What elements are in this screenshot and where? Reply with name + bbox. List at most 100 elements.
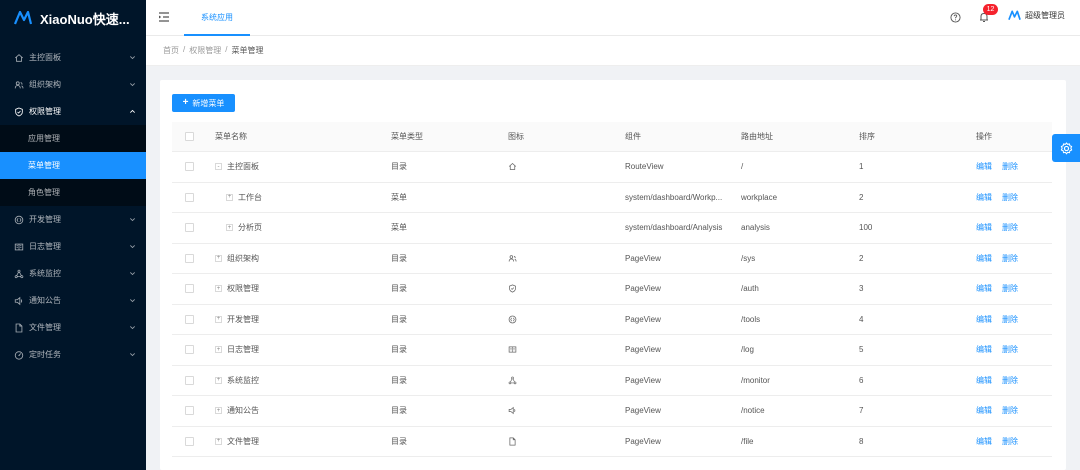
row-checkbox[interactable] — [185, 345, 194, 355]
select-all-checkbox[interactable] — [185, 132, 194, 141]
row-expand-toggle[interactable]: + — [215, 285, 222, 293]
row-checkbox[interactable] — [185, 162, 194, 172]
edit-link[interactable]: 编辑 — [976, 436, 992, 447]
menu-path: workplace — [741, 192, 778, 202]
edit-link[interactable]: 编辑 — [976, 222, 992, 233]
edit-link[interactable]: 编辑 — [976, 375, 992, 386]
menu-type: 目录 — [391, 162, 407, 172]
delete-link[interactable]: 删除 — [1002, 436, 1018, 447]
delete-link[interactable]: 删除 — [1002, 314, 1018, 325]
menu-component: system/dashboard/Workp... — [625, 192, 723, 202]
sidebar-item-4[interactable]: 日志管理 — [0, 233, 146, 260]
row-checkbox[interactable] — [185, 406, 194, 416]
edit-link[interactable]: 编辑 — [976, 283, 992, 294]
table-row: + 工作台 菜单 system/dashboard/Workp... workplace… — [172, 183, 1052, 213]
col-header-type[interactable]: 菜单类型 — [391, 122, 491, 151]
menu-fold-icon[interactable] — [158, 11, 170, 23]
sidebar-item-5[interactable]: 系统监控 — [0, 260, 146, 287]
cluster-icon — [14, 269, 24, 278]
home-icon — [14, 53, 24, 62]
code-icon — [508, 315, 517, 324]
settings-drawer-button[interactable] — [1052, 134, 1080, 162]
delete-link[interactable]: 删除 — [1002, 405, 1018, 416]
log-icon — [14, 243, 24, 250]
add-menu-button[interactable]: + 新增菜单 — [172, 94, 235, 112]
menu-sort: 3 — [859, 284, 864, 294]
row-expand-toggle[interactable]: + — [215, 254, 222, 262]
row-expand-toggle[interactable]: + — [226, 224, 233, 232]
row-checkbox[interactable] — [185, 192, 194, 202]
logo[interactable]: XiaoNuo快速... — [0, 0, 146, 36]
sidebar-item-label: 开发管理 — [29, 215, 61, 224]
sidebar-item-6[interactable]: 通知公告 — [0, 287, 146, 314]
row-checkbox[interactable] — [185, 314, 194, 324]
edit-link[interactable]: 编辑 — [976, 192, 992, 203]
sidebar-item-1[interactable]: 组织架构 — [0, 71, 146, 98]
row-expand-toggle[interactable]: + — [215, 407, 222, 415]
sidebar-item-label: 权限管理 — [29, 107, 61, 116]
menu-path: /notice — [741, 406, 765, 416]
col-header-actions: 操作 — [976, 132, 992, 141]
col-header-path[interactable]: 路由地址 — [741, 122, 841, 151]
menu-sort: 2 — [859, 192, 864, 202]
chevron-down-icon — [129, 353, 135, 357]
sidebar-item-7[interactable]: 文件管理 — [0, 314, 146, 341]
question-circle-icon[interactable] — [950, 12, 961, 23]
col-header-name[interactable]: 菜单名称 — [215, 122, 385, 151]
breadcrumb-bar — [146, 36, 1080, 66]
delete-link[interactable]: 删除 — [1002, 375, 1018, 386]
sidebar-item-label: 系统监控 — [29, 269, 61, 278]
row-expand-toggle[interactable]: + — [215, 315, 222, 323]
edit-link[interactable]: 编辑 — [976, 405, 992, 416]
row-checkbox[interactable] — [185, 284, 194, 294]
chevron-down-icon — [129, 218, 135, 222]
menu-component: PageView — [625, 436, 661, 446]
edit-link[interactable]: 编辑 — [976, 161, 992, 172]
sidebar-item-2[interactable]: 权限管理 — [0, 98, 146, 125]
row-expand-toggle[interactable]: + — [215, 376, 222, 384]
delete-link[interactable]: 删除 — [1002, 283, 1018, 294]
add-menu-label: 新增菜单 — [192, 98, 225, 108]
row-checkbox[interactable] — [185, 253, 194, 263]
row-expand-toggle[interactable]: + — [215, 346, 222, 354]
delete-link[interactable]: 删除 — [1002, 222, 1018, 233]
sidebar-item-0[interactable]: 主控面板 — [0, 44, 146, 71]
col-header-component[interactable]: 组件 — [625, 122, 733, 151]
row-checkbox[interactable] — [185, 436, 194, 446]
row-expand-toggle[interactable]: + — [226, 193, 233, 201]
edit-link[interactable]: 编辑 — [976, 344, 992, 355]
dashboard-icon — [14, 350, 24, 360]
sidebar-subitem-label: 菜单管理 — [28, 161, 60, 170]
row-checkbox[interactable] — [185, 223, 194, 233]
row-checkbox[interactable] — [185, 375, 194, 385]
col-header-icon[interactable]: 图标 — [508, 122, 608, 151]
delete-link[interactable]: 删除 — [1002, 192, 1018, 203]
sidebar-subitem-2[interactable]: 角色管理 — [0, 179, 146, 206]
breadcrumb-home[interactable]: 首页 — [163, 45, 179, 56]
delete-link[interactable]: 删除 — [1002, 161, 1018, 172]
sidebar-subitem-0[interactable]: 应用管理 — [0, 125, 146, 152]
edit-link[interactable]: 编辑 — [976, 314, 992, 325]
row-expand-toggle[interactable]: + — [215, 437, 222, 445]
row-expand-toggle[interactable]: - — [215, 163, 222, 171]
menu-path: /log — [741, 345, 754, 355]
menu-component: PageView — [625, 375, 661, 385]
delete-link[interactable]: 删除 — [1002, 253, 1018, 264]
sidebar-item-8[interactable]: 定时任务 — [0, 341, 146, 368]
chevron-down-icon — [129, 299, 135, 303]
sidebar-subitem-1[interactable]: 菜单管理 — [0, 152, 146, 179]
sidebar-item-label: 组织架构 — [29, 80, 61, 89]
tab-system-app[interactable]: 系统应用 — [184, 0, 250, 36]
col-header-sort[interactable]: 排序 — [859, 122, 939, 151]
sidebar-item-3[interactable]: 开发管理 — [0, 206, 146, 233]
delete-link[interactable]: 删除 — [1002, 344, 1018, 355]
menu-sort: 5 — [859, 345, 864, 355]
breadcrumb-auth[interactable]: 权限管理 — [189, 45, 221, 56]
user-menu[interactable]: 超级管理员 — [1008, 10, 1065, 21]
breadcrumb-current: 菜单管理 — [231, 46, 264, 55]
breadcrumb-separator: / — [183, 45, 186, 54]
gear-icon — [1060, 141, 1072, 154]
table-row: - 主控面板 目录 RouteView / 1 编辑 删除 — [172, 152, 1052, 183]
app-title: XiaoNuo快速... — [40, 11, 130, 27]
edit-link[interactable]: 编辑 — [976, 253, 992, 264]
